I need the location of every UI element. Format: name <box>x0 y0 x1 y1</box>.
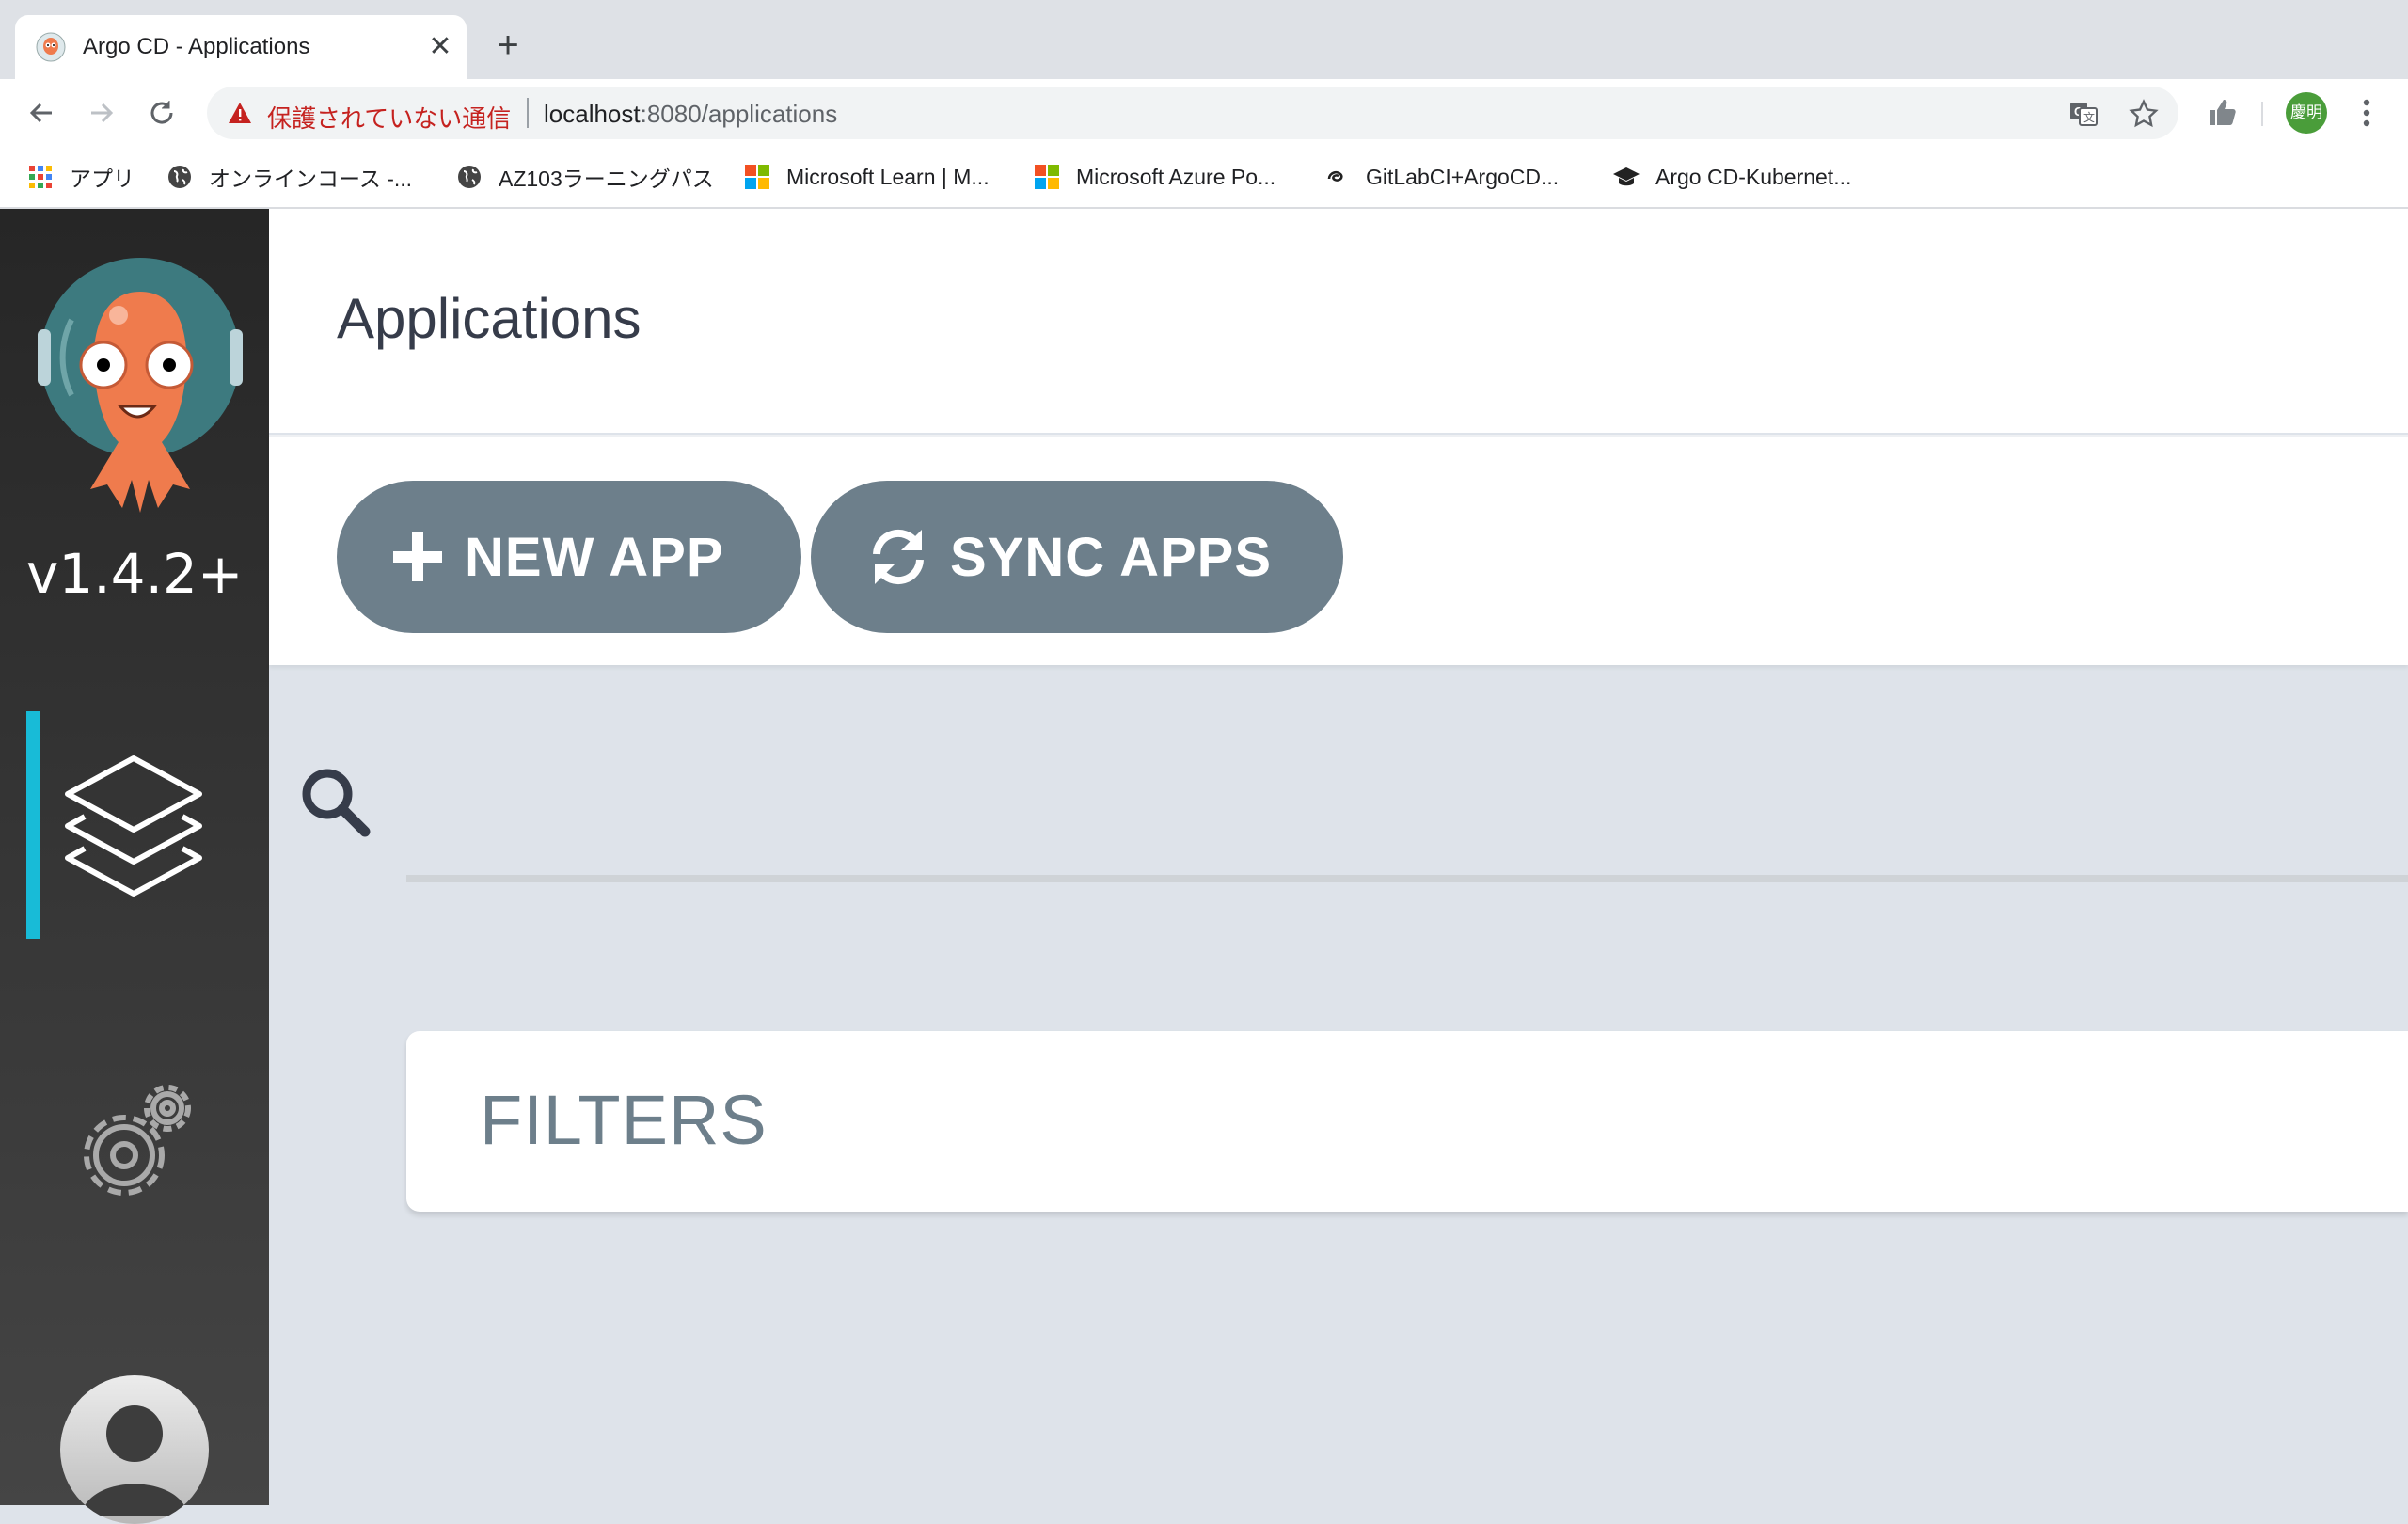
microsoft-icon <box>1033 163 1061 191</box>
tab-title: Argo CD - Applications <box>83 34 310 59</box>
sidebar-item-settings[interactable] <box>62 1074 205 1215</box>
more-menu-icon[interactable] <box>2346 92 2387 134</box>
tab-close-icon[interactable]: ✕ <box>423 30 457 64</box>
new-app-label: NEW APP <box>465 526 724 588</box>
bookmark-online-course[interactable]: オンラインコース -... <box>166 156 412 198</box>
bookmark-label: Microsoft Azure Po... <box>1076 164 1276 189</box>
browser-tabstrip: Argo CD - Applications ✕ + <box>0 0 2408 79</box>
filters-panel[interactable]: FILTERS <box>406 1031 2408 1212</box>
url-path: :8080/applications <box>640 100 838 128</box>
svg-text:文: 文 <box>2083 110 2095 124</box>
bookmark-label: GitLabCI+ArgoCD... <box>1366 164 1560 189</box>
search-input[interactable] <box>406 771 2385 867</box>
url-host: localhost <box>544 100 641 128</box>
version-label: v1.4.2+4 <box>26 542 243 606</box>
user-icon <box>81 1405 188 1516</box>
apps-grid-icon <box>26 163 55 191</box>
sidebar: v1.4.2+4 <box>0 209 269 1524</box>
globe-icon <box>166 163 194 191</box>
new-tab-button[interactable]: + <box>487 24 529 66</box>
search-icon <box>302 769 371 837</box>
search-underline <box>406 875 2408 882</box>
sync-apps-label: SYNC APPS <box>950 526 1273 588</box>
bookmark-star-icon[interactable] <box>2128 98 2160 130</box>
bookmark-ms-learn[interactable]: Microsoft Learn | M... <box>743 156 990 198</box>
sidebar-item-applications[interactable] <box>56 745 211 905</box>
filters-title: FILTERS <box>480 1081 768 1159</box>
browser-tab-active[interactable]: Argo CD - Applications ✕ <box>15 15 467 79</box>
bookmark-label: アプリ <box>70 167 135 191</box>
argo-logo-icon <box>38 258 243 513</box>
bookmark-label: AZ103ラーニングパス <box>499 167 714 191</box>
forward-arrow-icon[interactable] <box>81 92 122 134</box>
argo-favicon-icon <box>36 32 66 62</box>
bookmark-argocd-kubernetes[interactable]: Argo CD-Kubernet... <box>1612 156 1851 198</box>
globe-icon <box>455 163 483 191</box>
bookmarks-bar: アプリ オンラインコース -... AZ103ラーニングパス Microsoft… <box>0 147 2408 209</box>
warning-triangle-icon[interactable] <box>228 102 252 124</box>
layers-icon <box>65 755 202 897</box>
microsoft-icon <box>743 163 771 191</box>
bookmark-apps[interactable]: アプリ <box>26 156 135 198</box>
bookmark-label: Microsoft Learn | M... <box>786 164 990 189</box>
thumbs-up-icon[interactable] <box>2201 92 2242 134</box>
bookmark-label: Argo CD-Kubernet... <box>1656 164 1852 189</box>
bookmark-gitlabci-argocd[interactable]: GitLabCI+ArgoCD... <box>1323 156 1559 198</box>
translate-icon[interactable]: G文 <box>2067 98 2099 130</box>
bookmark-label: オンラインコース -... <box>209 167 413 191</box>
site-icon <box>1323 163 1351 191</box>
action-toolbar: NEW APP SYNC APPS <box>269 435 2408 665</box>
browser-toolbar: 保護されていない通信 localhost:8080/applications G… <box>0 79 2408 147</box>
page-header: Applications <box>269 209 2408 433</box>
address-bar[interactable]: 保護されていない通信 localhost:8080/applications G… <box>207 87 2178 139</box>
back-arrow-icon[interactable] <box>21 92 62 134</box>
page-title: Applications <box>337 287 642 350</box>
reload-icon[interactable] <box>141 92 182 134</box>
bookmark-az103[interactable]: AZ103ラーニングパス <box>455 156 714 198</box>
plus-icon <box>393 532 442 581</box>
new-app-button[interactable]: NEW APP <box>337 481 801 633</box>
toolbar-divider <box>2261 102 2263 126</box>
bookmark-azure-portal[interactable]: Microsoft Azure Po... <box>1033 156 1275 198</box>
sync-apps-button[interactable]: SYNC APPS <box>811 481 1343 633</box>
omnibox-separator <box>527 98 529 128</box>
insecure-connection-label[interactable]: 保護されていない通信 <box>267 100 511 135</box>
sidebar-item-user[interactable] <box>60 1375 209 1524</box>
graduation-cap-icon <box>1612 163 1640 191</box>
url-text[interactable]: localhost:8080/applications <box>544 100 837 129</box>
profile-avatar[interactable]: 慶明 <box>2286 92 2327 134</box>
nav-active-indicator <box>26 711 40 939</box>
gears-icon <box>84 1085 191 1196</box>
sync-icon <box>873 529 924 585</box>
